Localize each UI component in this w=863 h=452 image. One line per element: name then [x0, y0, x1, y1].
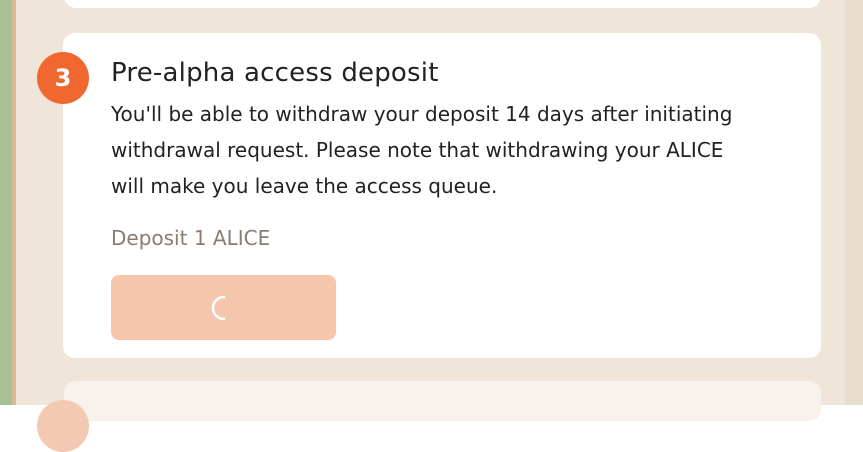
- deposit-label: Deposit 1 ALICE: [111, 226, 271, 250]
- previous-step-card: [64, 0, 821, 8]
- deposit-button[interactable]: [111, 275, 336, 340]
- step-number-badge: 3: [37, 52, 89, 104]
- next-step-badge: [37, 400, 89, 452]
- step-number: 3: [54, 64, 72, 92]
- next-step-card: [64, 381, 821, 421]
- loading-spinner-icon: [211, 295, 225, 320]
- step-description: You'll be able to withdraw your deposit …: [111, 102, 733, 198]
- scroll-edge: [845, 0, 863, 405]
- step-title: Pre-alpha access deposit: [111, 58, 439, 88]
